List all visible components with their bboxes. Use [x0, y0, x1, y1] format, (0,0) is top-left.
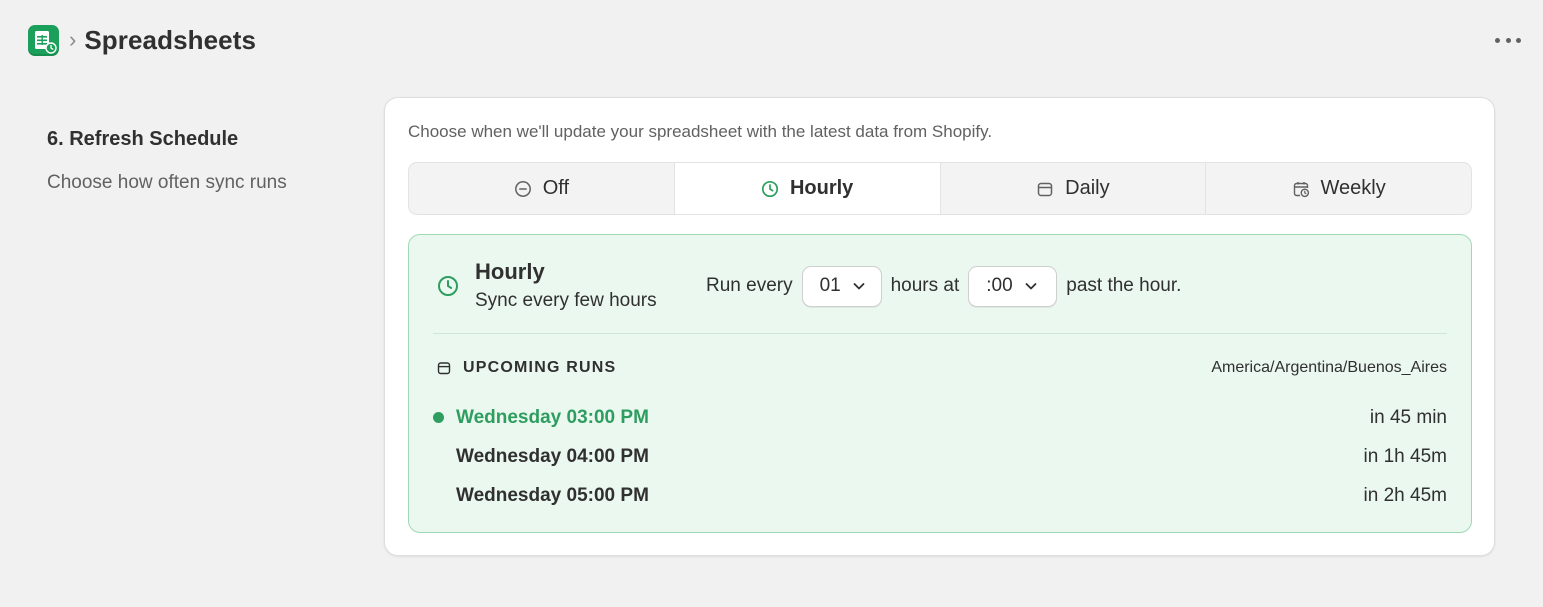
- upcoming-runs-label: UPCOMING RUNS: [463, 359, 617, 376]
- breadcrumb: › Spreadsheets: [28, 24, 256, 56]
- refresh-schedule-card: Choose when we'll update your spreadshee…: [384, 97, 1495, 556]
- tab-daily[interactable]: Daily: [941, 163, 1207, 214]
- hourly-settings-panel: Hourly Sync every few hours Run every 01…: [408, 234, 1472, 533]
- calendar-clock-icon: [1293, 181, 1309, 197]
- hours-interval-value: 01: [819, 275, 841, 296]
- run-frequency-row: Run every 01 hours at :00 past the hour.: [706, 265, 1181, 307]
- tab-label: Off: [542, 177, 570, 199]
- google-sheets-icon[interactable]: [28, 24, 59, 56]
- more-options-button[interactable]: [1495, 30, 1521, 50]
- clock-icon: [438, 276, 458, 296]
- tab-hourly[interactable]: Hourly: [674, 163, 941, 214]
- run-relative-time: in 45 min: [1369, 406, 1447, 428]
- card-description: Choose when we'll update your spreadshee…: [408, 122, 993, 141]
- list-item: Wednesday 05:00 PM in 2h 45m: [433, 476, 1447, 515]
- schedule-tabs: Off Hourly Daily Weekly: [408, 162, 1472, 215]
- tab-label: Daily: [1065, 177, 1110, 199]
- panel-subtitle: Sync every few hours: [475, 290, 657, 311]
- tab-weekly[interactable]: Weekly: [1206, 163, 1471, 214]
- calendar-icon: [1037, 182, 1053, 196]
- run-time: Wednesday 03:00 PM: [433, 407, 649, 429]
- hours-interval-select[interactable]: 01: [801, 265, 882, 307]
- calendar-icon: [437, 362, 451, 375]
- upcoming-runs-heading: UPCOMING RUNS: [437, 359, 616, 377]
- chevron-down-icon: [853, 283, 865, 290]
- clock-icon: [761, 180, 779, 197]
- upcoming-runs-list: Wednesday 03:00 PM in 45 min Wednesday 0…: [433, 398, 1447, 515]
- run-relative-time: in 2h 45m: [1363, 484, 1447, 506]
- tab-off[interactable]: Off: [409, 163, 675, 214]
- more-horizontal-icon: [1495, 37, 1500, 43]
- timezone-label: America/Argentina/Buenos_Aires: [1211, 359, 1447, 376]
- list-item: Wednesday 03:00 PM in 45 min: [433, 398, 1447, 437]
- run-relative-time: in 1h 45m: [1363, 445, 1447, 467]
- list-item: Wednesday 04:00 PM in 1h 45m: [433, 437, 1447, 476]
- run-time: Wednesday 05:00 PM: [456, 484, 649, 506]
- divider: [433, 333, 1447, 334]
- section-subtitle: Choose how often sync runs: [47, 172, 287, 193]
- minute-select[interactable]: :00: [968, 265, 1058, 307]
- panel-title: Hourly: [475, 259, 545, 284]
- chevron-down-icon: [1025, 283, 1037, 290]
- section-title: 6. Refresh Schedule: [47, 128, 239, 150]
- run-every-label: Run every: [706, 275, 793, 296]
- minus-circle-icon: [514, 180, 531, 197]
- page-title: Spreadsheets: [84, 24, 257, 55]
- hours-at-label: hours at: [890, 275, 960, 296]
- run-time: Wednesday 04:00 PM: [456, 445, 649, 467]
- past-hour-label: past the hour.: [1066, 275, 1182, 296]
- breadcrumb-separator: ›: [69, 27, 77, 52]
- tab-label: Hourly: [789, 177, 854, 199]
- tab-label: Weekly: [1320, 177, 1386, 199]
- minute-value: :00: [986, 275, 1013, 296]
